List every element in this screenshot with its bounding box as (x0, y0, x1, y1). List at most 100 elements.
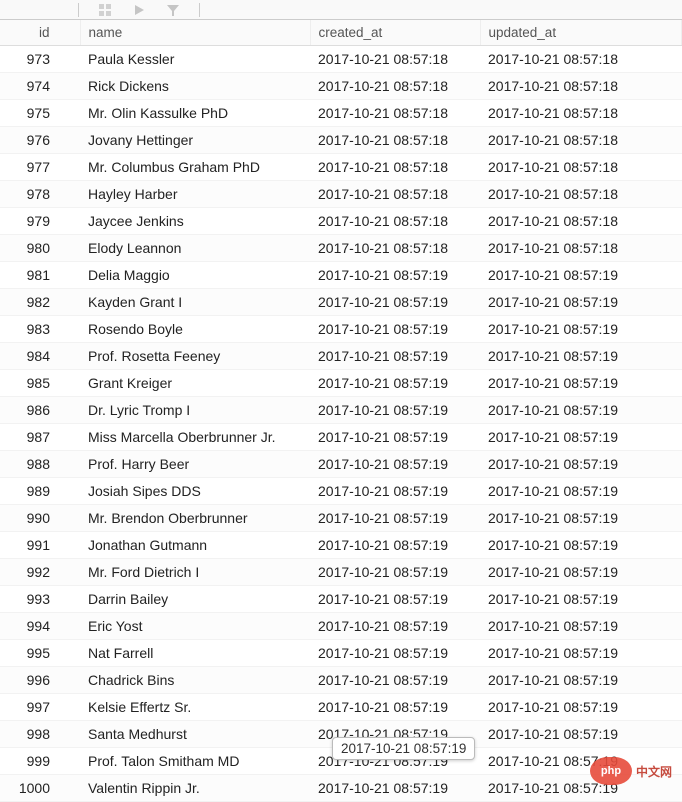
table-row[interactable]: 989Josiah Sipes DDS2017-10-21 08:57:1920… (0, 478, 682, 505)
table-row[interactable]: 995Nat Farrell2017-10-21 08:57:192017-10… (0, 640, 682, 667)
cell-updated-at[interactable]: 2017-10-21 08:57:19 (480, 397, 682, 424)
cell-created-at[interactable]: 2017-10-21 08:57:18 (310, 208, 480, 235)
cell-updated-at[interactable]: 2017-10-21 08:57:19 (480, 694, 682, 721)
cell-id[interactable]: 1000 (0, 775, 80, 802)
cell-updated-at[interactable]: 2017-10-21 08:57:18 (480, 127, 682, 154)
table-row[interactable]: 993Darrin Bailey2017-10-21 08:57:192017-… (0, 586, 682, 613)
cell-id[interactable]: 976 (0, 127, 80, 154)
cell-created-at[interactable]: 2017-10-21 08:57:19 (310, 370, 480, 397)
cell-updated-at[interactable]: 2017-10-21 08:57:19 (480, 262, 682, 289)
table-row[interactable]: 974Rick Dickens2017-10-21 08:57:182017-1… (0, 73, 682, 100)
cell-created-at[interactable]: 2017-10-21 08:57:18 (310, 73, 480, 100)
cell-created-at[interactable]: 2017-10-21 08:57:19 (310, 667, 480, 694)
table-row[interactable]: 983Rosendo Boyle2017-10-21 08:57:192017-… (0, 316, 682, 343)
header-created-at[interactable]: created_at (310, 20, 480, 46)
table-row[interactable]: 977Mr. Columbus Graham PhD2017-10-21 08:… (0, 154, 682, 181)
table-row[interactable]: 975Mr. Olin Kassulke PhD2017-10-21 08:57… (0, 100, 682, 127)
grid-icon[interactable] (97, 2, 113, 18)
cell-updated-at[interactable]: 2017-10-21 08:57:19 (480, 721, 682, 748)
cell-created-at[interactable]: 2017-10-21 08:57:19 (310, 505, 480, 532)
cell-created-at[interactable]: 2017-10-21 08:57:19 (310, 694, 480, 721)
cell-updated-at[interactable]: 2017-10-21 08:57:19 (480, 775, 682, 802)
table-row[interactable]: 998Santa Medhurst2017-10-21 08:57:192017… (0, 721, 682, 748)
cell-created-at[interactable]: 2017-10-21 08:57:19 (310, 586, 480, 613)
cell-created-at[interactable]: 2017-10-21 08:57:19 (310, 397, 480, 424)
cell-updated-at[interactable]: 2017-10-21 08:57:19 (480, 586, 682, 613)
cell-created-at[interactable]: 2017-10-21 08:57:19 (310, 721, 480, 748)
cell-updated-at[interactable]: 2017-10-21 08:57:18 (480, 235, 682, 262)
table-row[interactable]: 985Grant Kreiger2017-10-21 08:57:192017-… (0, 370, 682, 397)
cell-created-at[interactable]: 2017-10-21 08:57:19 (310, 451, 480, 478)
cell-updated-at[interactable]: 2017-10-21 08:57:19 (480, 289, 682, 316)
cell-name[interactable]: Miss Marcella Oberbrunner Jr. (80, 424, 310, 451)
cell-name[interactable]: Eric Yost (80, 613, 310, 640)
table-row[interactable]: 994Eric Yost2017-10-21 08:57:192017-10-2… (0, 613, 682, 640)
cell-id[interactable]: 990 (0, 505, 80, 532)
cell-name[interactable]: Josiah Sipes DDS (80, 478, 310, 505)
cell-updated-at[interactable]: 2017-10-21 08:57:18 (480, 181, 682, 208)
table-row[interactable]: 980Elody Leannon2017-10-21 08:57:182017-… (0, 235, 682, 262)
cell-created-at[interactable]: 2017-10-21 08:57:18 (310, 154, 480, 181)
cell-updated-at[interactable]: 2017-10-21 08:57:19 (480, 370, 682, 397)
table-row[interactable]: 996Chadrick Bins2017-10-21 08:57:192017-… (0, 667, 682, 694)
cell-id[interactable]: 996 (0, 667, 80, 694)
cell-id[interactable]: 992 (0, 559, 80, 586)
table-row[interactable]: 988Prof. Harry Beer2017-10-21 08:57:1920… (0, 451, 682, 478)
cell-name[interactable]: Nat Farrell (80, 640, 310, 667)
cell-created-at[interactable]: 2017-10-21 08:57:19 (310, 640, 480, 667)
cell-id[interactable]: 983 (0, 316, 80, 343)
table-row[interactable]: 973Paula Kessler2017-10-21 08:57:182017-… (0, 46, 682, 73)
cell-id[interactable]: 991 (0, 532, 80, 559)
cell-name[interactable]: Darrin Bailey (80, 586, 310, 613)
cell-name[interactable]: Grant Kreiger (80, 370, 310, 397)
cell-id[interactable]: 997 (0, 694, 80, 721)
cell-id[interactable]: 985 (0, 370, 80, 397)
cell-created-at[interactable]: 2017-10-21 08:57:18 (310, 46, 480, 73)
cell-name[interactable]: Prof. Talon Smitham MD (80, 748, 310, 775)
cell-id[interactable]: 987 (0, 424, 80, 451)
cell-name[interactable]: Jovany Hettinger (80, 127, 310, 154)
cell-name[interactable]: Jaycee Jenkins (80, 208, 310, 235)
cell-name[interactable]: Elody Leannon (80, 235, 310, 262)
table-row[interactable]: 986Dr. Lyric Tromp I2017-10-21 08:57:192… (0, 397, 682, 424)
cell-id[interactable]: 984 (0, 343, 80, 370)
cell-name[interactable]: Kelsie Effertz Sr. (80, 694, 310, 721)
cell-created-at[interactable]: 2017-10-21 08:57:18 (310, 100, 480, 127)
cell-id[interactable]: 974 (0, 73, 80, 100)
table-row[interactable]: 982Kayden Grant I2017-10-21 08:57:192017… (0, 289, 682, 316)
cell-name[interactable]: Chadrick Bins (80, 667, 310, 694)
cell-id[interactable]: 981 (0, 262, 80, 289)
cell-id[interactable]: 977 (0, 154, 80, 181)
filter-icon[interactable] (165, 2, 181, 18)
cell-updated-at[interactable]: 2017-10-21 08:57:19 (480, 748, 682, 775)
cell-updated-at[interactable]: 2017-10-21 08:57:19 (480, 478, 682, 505)
cell-name[interactable]: Dr. Lyric Tromp I (80, 397, 310, 424)
cell-created-at[interactable]: 2017-10-21 08:57:19 (310, 262, 480, 289)
cell-id[interactable]: 989 (0, 478, 80, 505)
cell-updated-at[interactable]: 2017-10-21 08:57:19 (480, 505, 682, 532)
cell-name[interactable]: Valentin Rippin Jr. (80, 775, 310, 802)
cell-updated-at[interactable]: 2017-10-21 08:57:19 (480, 613, 682, 640)
cell-name[interactable]: Santa Medhurst (80, 721, 310, 748)
cell-created-at[interactable]: 2017-10-21 08:57:19 (310, 478, 480, 505)
play-icon[interactable] (131, 2, 147, 18)
cell-created-at[interactable]: 2017-10-21 08:57:19 (310, 532, 480, 559)
cell-created-at[interactable]: 2017-10-21 08:57:19 (310, 424, 480, 451)
cell-name[interactable]: Mr. Columbus Graham PhD (80, 154, 310, 181)
cell-name[interactable]: Prof. Rosetta Feeney (80, 343, 310, 370)
cell-updated-at[interactable]: 2017-10-21 08:57:19 (480, 640, 682, 667)
cell-id[interactable]: 986 (0, 397, 80, 424)
cell-name[interactable]: Prof. Harry Beer (80, 451, 310, 478)
cell-name[interactable]: Hayley Harber (80, 181, 310, 208)
cell-id[interactable]: 982 (0, 289, 80, 316)
table-row[interactable]: 981Delia Maggio2017-10-21 08:57:192017-1… (0, 262, 682, 289)
cell-id[interactable]: 978 (0, 181, 80, 208)
cell-created-at[interactable]: 2017-10-21 08:57:19 (310, 316, 480, 343)
cell-updated-at[interactable]: 2017-10-21 08:57:19 (480, 451, 682, 478)
cell-name[interactable]: Delia Maggio (80, 262, 310, 289)
table-row[interactable]: 997Kelsie Effertz Sr.2017-10-21 08:57:19… (0, 694, 682, 721)
cell-id[interactable]: 973 (0, 46, 80, 73)
cell-updated-at[interactable]: 2017-10-21 08:57:19 (480, 667, 682, 694)
table-row[interactable]: 976Jovany Hettinger2017-10-21 08:57:1820… (0, 127, 682, 154)
cell-id[interactable]: 994 (0, 613, 80, 640)
